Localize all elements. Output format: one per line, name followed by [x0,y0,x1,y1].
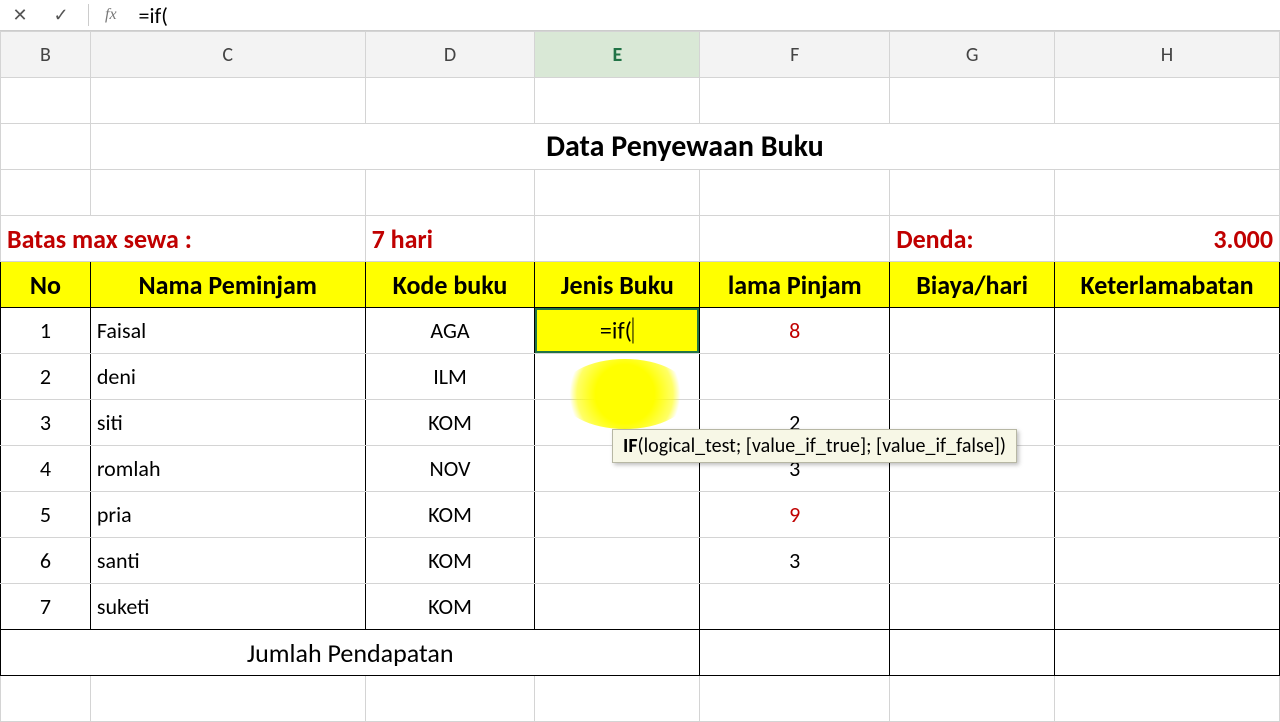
table-row: 7suketiKOM [1,584,1280,630]
table-header: Keterlamabatan [1055,262,1280,308]
formula-bar: ✕ ✓ fx =if( [0,0,1280,31]
cell-no[interactable]: 1 [1,308,91,354]
col-header-D[interactable]: D [365,32,535,78]
cell-kode[interactable]: AGA [365,308,535,354]
table-header: No [1,262,91,308]
cell[interactable] [1,78,91,124]
cell-lama[interactable] [700,354,890,400]
col-header-F[interactable]: F [700,32,890,78]
cell[interactable] [700,78,890,124]
cell-kode[interactable]: KOM [365,492,535,538]
tooltip-fn: IF [623,434,638,458]
cell[interactable] [90,78,365,124]
col-header-E[interactable]: E [535,32,700,78]
cell-kode[interactable]: KOM [365,584,535,630]
cancel-icon[interactable]: ✕ [0,0,41,30]
limit-value: 7 hari [365,216,535,262]
limit-label: Batas max sewa : [1,216,366,262]
table-row: 1FaisalAGA=if(8 [1,308,1280,354]
cell[interactable] [1055,78,1280,124]
cell-no[interactable]: 2 [1,354,91,400]
cell-jenis[interactable] [535,584,700,630]
formula-tooltip: IF(logical_test; [value_if_true]; [value… [612,429,1017,463]
tooltip-args: (logical_test; [value_if_true]; [value_i… [638,434,1006,458]
cell-nama[interactable]: santi [90,538,365,584]
cell-biaya[interactable] [890,492,1055,538]
cell-terlambat[interactable] [1055,308,1280,354]
enter-icon[interactable]: ✓ [41,0,82,30]
cell-kode[interactable]: KOM [365,538,535,584]
footer-label: Jumlah Pendapatan [1,630,700,676]
cell-terlambat[interactable] [1055,354,1280,400]
cell-terlambat[interactable] [1055,492,1280,538]
cell-lama[interactable]: 8 [700,308,890,354]
table-row: 5priaKOM 9 [1,492,1280,538]
cell-kode[interactable]: KOM [365,400,535,446]
separator [88,4,89,26]
cell-jenis[interactable] [535,538,700,584]
cell-nama[interactable]: siti [90,400,365,446]
cell[interactable] [535,78,700,124]
cell-biaya[interactable] [890,538,1055,584]
table-header: lama Pinjam [700,262,890,308]
cell-lama[interactable]: 3 [700,538,890,584]
cell-nama[interactable]: romlah [90,446,365,492]
table-row: 6santiKOM 3 [1,538,1280,584]
cell-kode[interactable]: NOV [365,446,535,492]
table-header: Kode buku [365,262,535,308]
cell-lama[interactable] [700,584,890,630]
cell-no[interactable]: 3 [1,400,91,446]
fx-icon[interactable]: fx [105,6,117,24]
table-row: 2deniILM [1,354,1280,400]
cell-no[interactable]: 7 [1,584,91,630]
cell-no[interactable]: 5 [1,492,91,538]
cell-nama[interactable]: Faisal [90,308,365,354]
cell-biaya[interactable] [890,584,1055,630]
cell-jenis[interactable] [535,354,700,400]
cell-biaya[interactable] [890,308,1055,354]
cell-no[interactable]: 4 [1,446,91,492]
cell-terlambat[interactable] [1055,446,1280,492]
fine-value: 3.000 [1055,216,1280,262]
cell-no[interactable]: 6 [1,538,91,584]
col-header-B[interactable]: B [1,32,91,78]
cell-biaya[interactable] [890,354,1055,400]
cell-lama[interactable]: 9 [700,492,890,538]
col-header-C[interactable]: C [90,32,365,78]
table-header: Jenis Buku [535,262,700,308]
fine-label: Denda: [890,216,1055,262]
table-header: Nama Peminjam [90,262,365,308]
cell[interactable] [365,78,535,124]
cell-terlambat[interactable] [1055,400,1280,446]
cell-nama[interactable]: pria [90,492,365,538]
cell[interactable] [890,78,1055,124]
cell-jenis-active[interactable]: =if( [535,308,700,354]
cell-jenis[interactable] [535,492,700,538]
cell-nama[interactable]: suketi [90,584,365,630]
table-header: Biaya/hari [890,262,1055,308]
cell-terlambat[interactable] [1055,538,1280,584]
page-title: Data Penyewaan Buku [90,124,1279,170]
formula-input[interactable]: =if( [135,2,1280,29]
col-header-H[interactable]: H [1055,32,1280,78]
spreadsheet-grid[interactable]: BCDEFGH Data Penyewaan Buku Batas max sew… [0,31,1280,722]
col-header-G[interactable]: G [890,32,1055,78]
cell-kode[interactable]: ILM [365,354,535,400]
cell-nama[interactable]: deni [90,354,365,400]
cell-terlambat[interactable] [1055,584,1280,630]
